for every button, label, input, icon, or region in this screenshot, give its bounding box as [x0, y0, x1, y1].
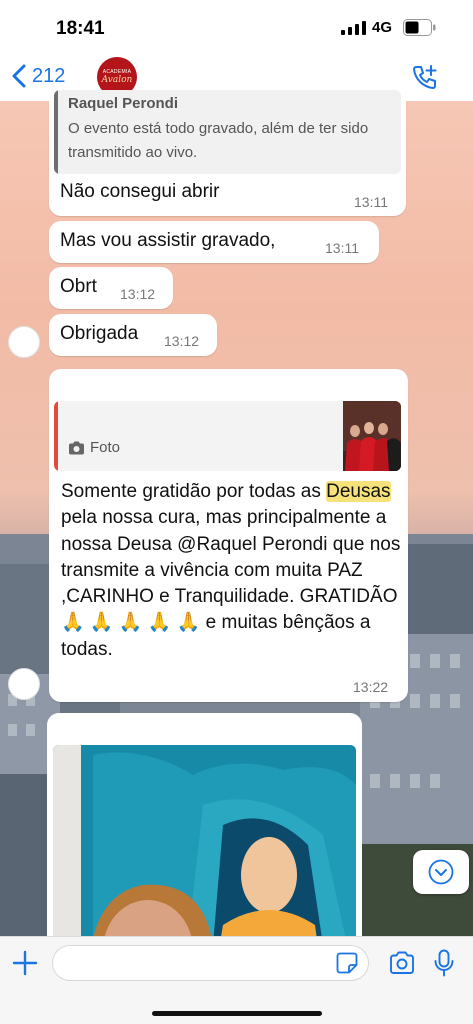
- message-text: Não consegui abrir: [60, 181, 220, 202]
- plus-icon[interactable]: [12, 950, 38, 976]
- phone-plus-icon[interactable]: [412, 64, 438, 90]
- quoted-message[interactable]: Raquel Perondi O evento está todo gravad…: [54, 90, 401, 174]
- message-time: 13:11: [354, 194, 388, 210]
- home-indicator: [152, 1011, 322, 1016]
- highlighted-word: Deusas: [326, 481, 391, 502]
- sender-avatar[interactable]: [8, 668, 40, 700]
- back-button[interactable]: 212: [12, 60, 65, 92]
- message-text: Obrt: [60, 276, 97, 297]
- quoted-photo-label: Foto: [90, 439, 121, 456]
- network-type: 4G: [372, 19, 393, 36]
- camera-icon: [69, 441, 84, 454]
- battery-icon: [403, 19, 436, 36]
- mic-icon[interactable]: [433, 949, 455, 977]
- back-chevron-icon: [12, 64, 26, 88]
- scroll-to-bottom-button[interactable]: [413, 850, 469, 894]
- avatar-logo-text-bottom: Avalon: [101, 75, 133, 85]
- sticker-icon[interactable]: [336, 952, 358, 974]
- message-time: 13:12: [164, 333, 200, 349]
- message-bubble[interactable]: Obrt 13:12: [49, 267, 173, 309]
- unread-count: 212: [32, 64, 66, 87]
- message-input[interactable]: [52, 945, 369, 981]
- message-bubble[interactable]: Raquel Perondi O evento está todo gravad…: [49, 90, 406, 216]
- message-bubble[interactable]: Mas vou assistir gravado, 13:11: [49, 221, 379, 263]
- message-text: Mas vou assistir gravado,: [60, 230, 276, 251]
- chevron-down-icon: [428, 859, 454, 885]
- quoted-photo[interactable]: Foto: [54, 401, 401, 471]
- quoted-text: O evento está todo gravado, além de ter …: [68, 120, 369, 161]
- image-message[interactable]: [47, 713, 362, 973]
- photo-thumbnail: [343, 401, 401, 471]
- message-bubble[interactable]: Obrigada 13:12: [49, 314, 217, 356]
- message-time: 13:12: [120, 286, 156, 302]
- message-text: Somente gratidão por todas as Deusas pel…: [61, 481, 401, 660]
- quoted-author: Raquel Perondi: [68, 95, 179, 112]
- message-time: 13:22: [353, 679, 389, 695]
- status-bar: 18:41 4G: [0, 0, 473, 52]
- signal-icon: [341, 21, 366, 35]
- message-text: Obrigada: [60, 323, 139, 344]
- camera-icon[interactable]: [389, 951, 415, 975]
- message-time: 13:11: [325, 240, 359, 256]
- message-composer: [0, 936, 473, 1024]
- status-time: 18:41: [56, 18, 105, 39]
- message-bubble[interactable]: Foto Somente gratidão por todas as Deusa…: [49, 369, 408, 702]
- sender-avatar[interactable]: [8, 326, 40, 358]
